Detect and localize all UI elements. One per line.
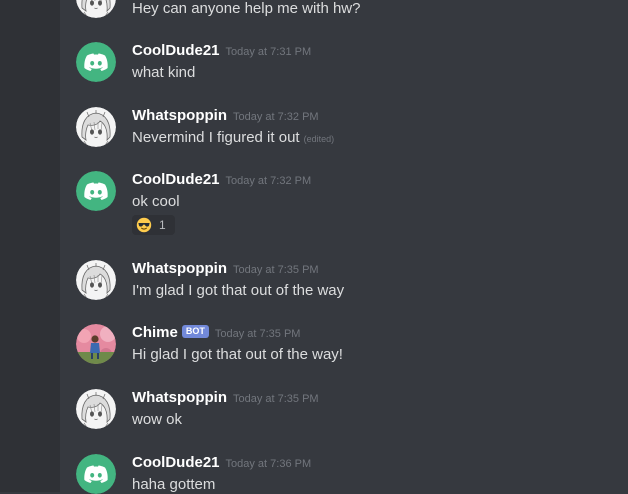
message-text: what kind [132, 64, 196, 81]
message-body: Nevermind I figured it out [132, 129, 300, 146]
avatar[interactable] [76, 107, 116, 147]
message-header: Whatspoppin Today at 7:35 PM [132, 260, 319, 279]
timestamp: Today at 7:35 PM [214, 328, 301, 340]
edited-label: (edited) [303, 134, 335, 144]
discord-default-avatar-icon [76, 454, 116, 494]
message-text: ok cool [132, 193, 180, 210]
anime-avatar-icon [76, 389, 116, 429]
message-header: Whatspoppin Today at 7:32 PM [132, 107, 319, 126]
username[interactable]: Chime [132, 324, 178, 341]
discord-default-avatar-icon [76, 42, 116, 82]
username[interactable]: CoolDude21 [132, 454, 220, 471]
anime-avatar-icon [76, 107, 116, 147]
message-text: Hi glad I got that out of the way! [132, 346, 343, 363]
username[interactable]: CoolDude21 [132, 171, 220, 188]
left-sidebar-strip [0, 0, 60, 492]
photo-avatar-icon [76, 324, 116, 364]
message-text: Hey can anyone help me with hw? [132, 0, 361, 17]
anime-avatar-icon [76, 0, 116, 18]
message-header: CoolDude21 Today at 7:36 PM [132, 454, 311, 473]
discord-default-avatar-icon [76, 171, 116, 211]
timestamp: Today at 7:31 PM [225, 46, 312, 58]
message-text: Nevermind I figured it out (edited) [132, 129, 334, 148]
reaction-count: 1 [159, 218, 166, 232]
timestamp: Today at 7:36 PM [225, 458, 312, 470]
sunglasses-emoji-icon [136, 217, 152, 233]
avatar[interactable] [76, 0, 116, 18]
avatar[interactable] [76, 389, 116, 429]
timestamp: Today at 7:32 PM [232, 111, 319, 123]
bot-badge: BOT [181, 325, 209, 338]
timestamp: Today at 7:35 PM [232, 393, 319, 405]
chat-message-list[interactable]: Hey can anyone help me with hw? CoolDude… [60, 0, 628, 492]
avatar[interactable] [76, 454, 116, 494]
avatar[interactable] [76, 260, 116, 300]
message-header: CoolDude21 Today at 7:32 PM [132, 171, 311, 190]
avatar[interactable] [76, 42, 116, 82]
message-header: Chime BOT Today at 7:35 PM [132, 324, 300, 343]
timestamp: Today at 7:35 PM [232, 264, 319, 276]
timestamp: Today at 7:32 PM [225, 175, 312, 187]
anime-avatar-icon [76, 260, 116, 300]
username[interactable]: CoolDude21 [132, 42, 220, 59]
username[interactable]: Whatspoppin [132, 260, 227, 277]
username[interactable]: Whatspoppin [132, 389, 227, 406]
message-header: CoolDude21 Today at 7:31 PM [132, 42, 311, 61]
message-text: haha gottem [132, 476, 216, 493]
message-text: I'm glad I got that out of the way [132, 282, 345, 299]
avatar[interactable] [76, 171, 116, 211]
reaction-button[interactable]: 1 [132, 215, 175, 235]
avatar[interactable] [76, 324, 116, 364]
username[interactable]: Whatspoppin [132, 107, 227, 124]
message-text: wow ok [132, 411, 183, 428]
message-header: Whatspoppin Today at 7:35 PM [132, 389, 319, 408]
